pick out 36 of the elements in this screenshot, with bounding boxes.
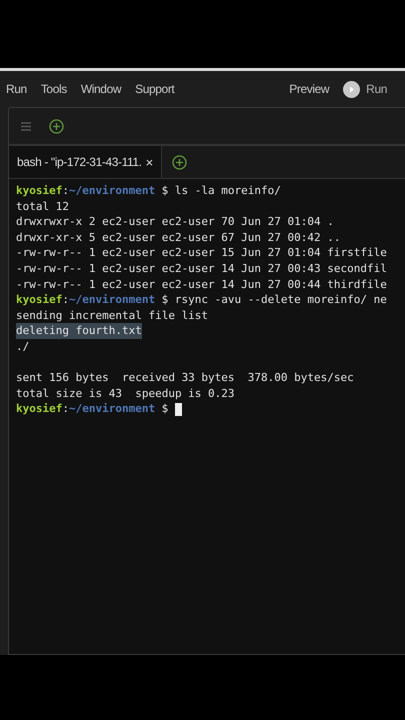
output-line: sending incremental file list	[16, 308, 208, 324]
prompt-path: ~/environment	[68, 292, 156, 308]
menu-item[interactable]: Tools	[40, 82, 67, 96]
menu-item[interactable]: Window	[80, 82, 122, 96]
prompt-path: ~/environment	[68, 401, 156, 417]
terminal-tab[interactable]: bash - "ip-172-31-43-111. ×	[9, 146, 162, 178]
output-line: total size is 43 speedup is 0.23	[16, 386, 235, 402]
preview-menu[interactable]: Preview	[289, 82, 330, 96]
prompt-symbol: $	[162, 401, 168, 417]
output-line: sent 156 bytes received 33 bytes 378.00 bytes/sec	[16, 370, 354, 386]
prompt-separator: :	[62, 401, 69, 417]
command-text: rsync -avu --delete moreinfo/ ne	[174, 292, 387, 308]
output-line: -rw-rw-r-- 1 ec2-user ec2-user 15 Jun 27 01:04 firstfile	[16, 245, 387, 261]
prompt-user: kyosief	[16, 183, 62, 199]
prompt-symbol: $	[162, 183, 168, 199]
prompt-separator: :	[62, 292, 69, 308]
command-text: ls -la moreinfo/	[174, 183, 281, 199]
prompt-separator: :	[62, 183, 69, 199]
prompt-user: kyosief	[16, 401, 62, 417]
output-line: total 12	[16, 198, 69, 214]
output-line: -rw-rw-r-- 1 ec2-user ec2-user 14 Jun 27 00:43 secondfil	[16, 260, 387, 277]
prompt-symbol: $	[162, 292, 168, 308]
add-icon[interactable]	[49, 118, 64, 134]
tab-label[interactable]: bash - "ip-172-31-43-111.	[17, 155, 142, 169]
prompt-path: ~/environment	[68, 183, 156, 199]
output-line: ./	[16, 338, 30, 355]
prompt-user: kyosief	[16, 292, 62, 308]
output-line: drwxr-xr-x 5 ec2-user ec2-user 67 Jun 27 00:42 ..	[16, 230, 341, 246]
output-line: -rw-rw-r-- 1 ec2-user ec2-user 14 Jun 27 00:44 thirdfile	[16, 276, 387, 292]
output-line: drwxrwxr-x 2 ec2-user ec2-user 70 Jun 27 01:04 .	[16, 214, 334, 230]
close-icon[interactable]: ×	[146, 154, 153, 170]
menu-item[interactable]: Support	[135, 82, 174, 96]
add-icon[interactable]	[172, 154, 187, 170]
menu-item[interactable]: Run	[6, 82, 27, 96]
run-button[interactable]: Run	[343, 80, 387, 98]
play-icon	[343, 80, 360, 98]
